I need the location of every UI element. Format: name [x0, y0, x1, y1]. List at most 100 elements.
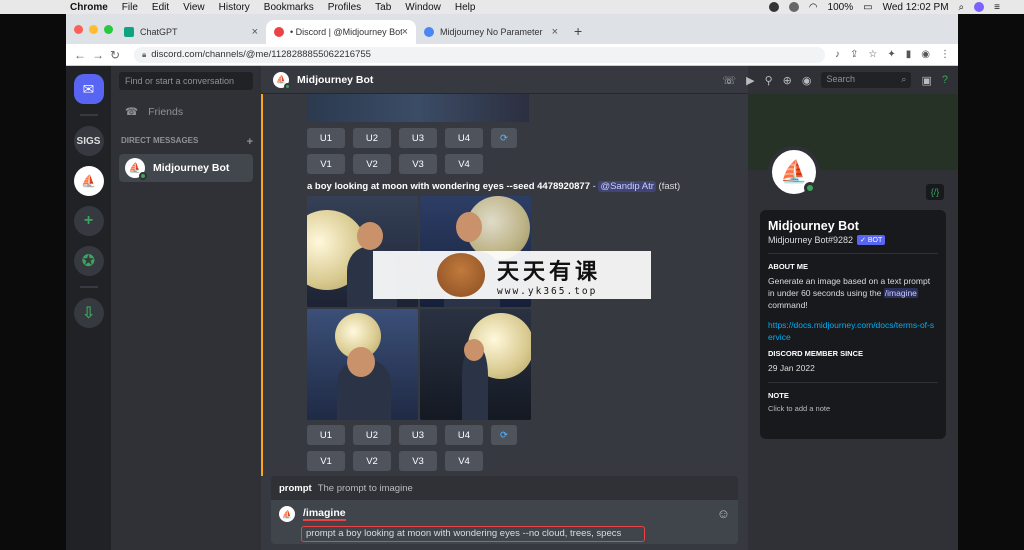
- v1-button[interactable]: V1: [307, 154, 345, 174]
- wifi-icon[interactable]: ◠: [809, 2, 818, 13]
- mic-icon[interactable]: ♪: [835, 49, 840, 60]
- divider: [768, 382, 938, 383]
- v4-button[interactable]: V4: [445, 154, 483, 174]
- control-icon[interactable]: [788, 2, 799, 12]
- menu-view[interactable]: View: [183, 2, 205, 13]
- voice-call-icon[interactable]: ☏: [722, 74, 736, 87]
- menu-tab[interactable]: Tab: [375, 2, 391, 13]
- explore-servers-icon[interactable]: ✪: [73, 246, 104, 276]
- v2-button[interactable]: V2: [353, 451, 391, 471]
- u4-button[interactable]: U4: [445, 425, 483, 445]
- u1-button[interactable]: U1: [307, 425, 345, 445]
- menu-profiles[interactable]: Profiles: [328, 2, 361, 13]
- v4-button[interactable]: V4: [445, 451, 483, 471]
- prompt-input[interactable]: prompt a boy looking at moon with wonder…: [301, 526, 645, 542]
- image-grid[interactable]: [307, 196, 531, 420]
- message-input[interactable]: ⛵ /imagine prompt a boy looking at moon …: [271, 500, 738, 544]
- user-mention[interactable]: @Sandip Atr: [598, 181, 656, 192]
- u2-button[interactable]: U2: [353, 425, 391, 445]
- spotlight-icon[interactable]: ⌕: [959, 2, 965, 13]
- zoom-window-button[interactable]: [104, 25, 113, 34]
- boy-head: [347, 347, 375, 377]
- inbox-icon[interactable]: ▣: [921, 74, 931, 87]
- previous-image-grid[interactable]: [307, 94, 529, 122]
- server-separator: [79, 286, 98, 288]
- code-badge-icon[interactable]: {/}: [926, 184, 944, 200]
- reroll-icon[interactable]: ⟳: [491, 128, 517, 148]
- grid-image-3[interactable]: [307, 309, 418, 420]
- profile-avatar[interactable]: ⛵: [768, 146, 820, 198]
- menu-history[interactable]: History: [219, 2, 250, 13]
- add-server-icon[interactable]: +: [73, 206, 104, 236]
- battery-icon[interactable]: ▭: [863, 2, 872, 13]
- close-tab-icon[interactable]: ×: [552, 26, 558, 38]
- u2-button[interactable]: U2: [353, 128, 391, 148]
- new-tab-button[interactable]: +: [574, 20, 582, 44]
- create-dm-button[interactable]: +: [247, 136, 253, 148]
- close-window-button[interactable]: [74, 25, 83, 34]
- hide-profile-icon[interactable]: ◉: [802, 74, 812, 87]
- friends-link[interactable]: ☎ Friends: [119, 106, 253, 118]
- menu-help[interactable]: Help: [455, 2, 476, 13]
- url-field[interactable]: 🔒︎ discord.com/channels/@me/112828885506…: [134, 46, 825, 63]
- back-icon[interactable]: ←: [74, 48, 92, 62]
- pinned-messages-icon[interactable]: ⚲: [765, 74, 773, 87]
- header-search-input[interactable]: Search ⌕: [821, 72, 912, 88]
- close-tab-icon[interactable]: ×: [402, 26, 408, 38]
- download-apps-icon[interactable]: ⇩: [73, 298, 104, 328]
- message-composer: prompt The prompt to imagine ⛵ /imagine …: [261, 476, 748, 550]
- tab-strip: ChatGPT × • Discord | @Midjourney Bot × …: [66, 14, 958, 44]
- reload-icon[interactable]: ↻: [110, 48, 128, 62]
- letterbox-left: [0, 14, 66, 550]
- record-icon[interactable]: [768, 2, 779, 12]
- v2-button[interactable]: V2: [353, 154, 391, 174]
- u4-button[interactable]: U4: [445, 128, 483, 148]
- terms-of-service-link[interactable]: https://docs.midjourney.com/docs/terms-o…: [768, 319, 938, 343]
- menu-file[interactable]: File: [122, 2, 138, 13]
- help-icon[interactable]: ?: [942, 74, 948, 86]
- close-tab-icon[interactable]: ×: [252, 26, 258, 38]
- menu-bookmarks[interactable]: Bookmarks: [264, 2, 314, 13]
- reroll-icon[interactable]: ⟳: [491, 425, 517, 445]
- control-center-icon[interactable]: ≡: [994, 2, 1000, 13]
- add-friends-icon[interactable]: ⊕: [783, 74, 792, 87]
- discord-home-icon[interactable]: ✉: [73, 74, 104, 104]
- clock[interactable]: Wed 12:02 PM: [883, 2, 949, 13]
- emoji-icon[interactable]: ☺: [717, 506, 730, 521]
- v1-button[interactable]: V1: [307, 451, 345, 471]
- menu-edit[interactable]: Edit: [152, 2, 169, 13]
- server-midjourney-icon[interactable]: ⛵: [73, 166, 104, 196]
- sidebar-icon[interactable]: ▮: [906, 49, 912, 60]
- menu-window[interactable]: Window: [405, 2, 441, 13]
- v3-button[interactable]: V3: [399, 451, 437, 471]
- u1-button[interactable]: U1: [307, 128, 345, 148]
- menu-app[interactable]: Chrome: [70, 2, 108, 13]
- more-menu-icon[interactable]: ⋮: [940, 49, 950, 60]
- tab-discord[interactable]: • Discord | @Midjourney Bot ×: [266, 20, 416, 44]
- friends-label: Friends: [148, 106, 184, 118]
- extensions-icon[interactable]: ✦: [887, 49, 895, 60]
- tab-chatgpt[interactable]: ChatGPT ×: [116, 20, 266, 44]
- forward-icon[interactable]: →: [92, 48, 110, 62]
- imagine-command-link[interactable]: /imagine: [883, 288, 918, 298]
- tab-midjourney-docs[interactable]: Midjourney No Parameter ×: [416, 20, 566, 44]
- grid-image-4[interactable]: [420, 309, 531, 420]
- dm-header: DIRECT MESSAGES +: [119, 136, 253, 148]
- v3-button[interactable]: V3: [399, 154, 437, 174]
- bookmark-star-icon[interactable]: ☆: [868, 49, 877, 60]
- lock-icon[interactable]: 🔒︎: [142, 50, 146, 60]
- minimize-window-button[interactable]: [89, 25, 98, 34]
- dm-item-midjourney-bot[interactable]: ⛵ Midjourney Bot: [119, 154, 253, 182]
- chat-main: ⛵ Midjourney Bot U1 U2 U3 U4 ⟳ V1 V2 V3 …: [261, 66, 748, 550]
- profile-avatar-icon[interactable]: ◉: [921, 49, 930, 60]
- share-icon[interactable]: ⇪: [850, 49, 858, 60]
- bear-logo-icon: [437, 253, 485, 297]
- u3-button[interactable]: U3: [399, 425, 437, 445]
- command-hint: prompt The prompt to imagine: [271, 476, 738, 500]
- note-input[interactable]: Click to add a note: [768, 404, 938, 413]
- u3-button[interactable]: U3: [399, 128, 437, 148]
- server-sigs[interactable]: SIGS: [73, 126, 104, 156]
- dm-search-input[interactable]: Find or start a conversation: [119, 72, 253, 90]
- siri-icon[interactable]: [974, 2, 985, 12]
- video-call-icon[interactable]: ▶: [746, 74, 754, 87]
